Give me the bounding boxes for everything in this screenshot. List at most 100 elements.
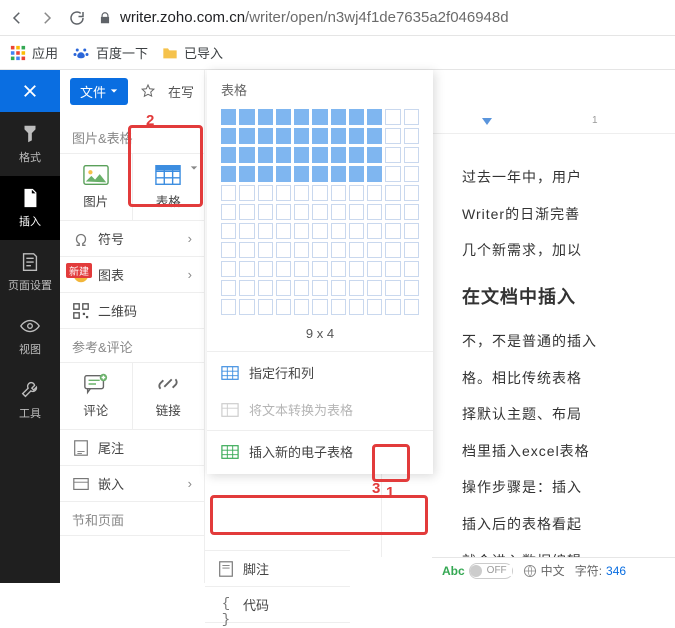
grid-cell[interactable] xyxy=(276,223,291,239)
insert-link-button[interactable]: 链接 xyxy=(133,363,205,429)
grid-cell[interactable] xyxy=(239,242,254,258)
grid-cell[interactable] xyxy=(221,166,236,182)
grid-cell[interactable] xyxy=(258,299,273,315)
popup-specify-rows-cols[interactable]: 指定行和列 xyxy=(207,354,433,391)
grid-cell[interactable] xyxy=(349,261,364,277)
language-indicator[interactable]: 中文 xyxy=(523,562,565,579)
grid-cell[interactable] xyxy=(276,280,291,296)
insert-code-button[interactable]: { } 代码 xyxy=(205,587,350,623)
grid-cell[interactable] xyxy=(258,261,273,277)
grid-cell[interactable] xyxy=(367,185,382,201)
grid-cell[interactable] xyxy=(258,147,273,163)
grid-cell[interactable] xyxy=(276,185,291,201)
grid-cell[interactable] xyxy=(239,204,254,220)
grid-cell[interactable] xyxy=(331,128,346,144)
grid-cell[interactable] xyxy=(312,261,327,277)
grid-cell[interactable] xyxy=(312,299,327,315)
grid-cell[interactable] xyxy=(367,299,382,315)
grid-cell[interactable] xyxy=(404,147,419,163)
grid-cell[interactable] xyxy=(349,223,364,239)
horizontal-ruler[interactable]: 1 xyxy=(432,112,675,134)
grid-cell[interactable] xyxy=(385,128,400,144)
grid-cell[interactable] xyxy=(385,242,400,258)
grid-cell[interactable] xyxy=(385,223,400,239)
grid-cell[interactable] xyxy=(312,204,327,220)
rail-view[interactable]: 视图 xyxy=(0,304,60,368)
grid-cell[interactable] xyxy=(312,166,327,182)
grid-cell[interactable] xyxy=(331,204,346,220)
document-content[interactable]: 过去一年中，用户 Writer的日渐完善 几个新需求，加以 在文档中插入 不，不… xyxy=(432,134,675,584)
grid-cell[interactable] xyxy=(276,166,291,182)
grid-cell[interactable] xyxy=(331,223,346,239)
grid-cell[interactable] xyxy=(367,204,382,220)
grid-cell[interactable] xyxy=(294,299,309,315)
insert-embed-button[interactable]: 嵌入 › xyxy=(60,466,204,502)
grid-cell[interactable] xyxy=(367,261,382,277)
grid-cell[interactable] xyxy=(367,223,382,239)
grid-cell[interactable] xyxy=(221,223,236,239)
grid-cell[interactable] xyxy=(239,223,254,239)
grid-cell[interactable] xyxy=(294,204,309,220)
grid-cell[interactable] xyxy=(331,109,346,125)
grid-cell[interactable] xyxy=(258,109,273,125)
grid-cell[interactable] xyxy=(404,242,419,258)
rail-format[interactable]: 格式 xyxy=(0,112,60,176)
grid-cell[interactable] xyxy=(221,185,236,201)
grid-cell[interactable] xyxy=(367,109,382,125)
grid-cell[interactable] xyxy=(404,166,419,182)
grid-cell[interactable] xyxy=(385,299,400,315)
grid-cell[interactable] xyxy=(294,185,309,201)
grid-cell[interactable] xyxy=(276,128,291,144)
grid-cell[interactable] xyxy=(385,185,400,201)
grid-cell[interactable] xyxy=(239,128,254,144)
grid-cell[interactable] xyxy=(221,204,236,220)
grid-cell[interactable] xyxy=(239,185,254,201)
grid-cell[interactable] xyxy=(294,223,309,239)
grid-cell[interactable] xyxy=(349,166,364,182)
grid-cell[interactable] xyxy=(367,147,382,163)
grid-cell[interactable] xyxy=(404,128,419,144)
grid-cell[interactable] xyxy=(239,166,254,182)
grid-cell[interactable] xyxy=(367,280,382,296)
nav-forward-icon[interactable] xyxy=(38,9,56,27)
popup-insert-spreadsheet[interactable]: 插入新的电子表格 xyxy=(207,433,433,470)
rail-tools[interactable]: 工具 xyxy=(0,368,60,432)
grid-cell[interactable] xyxy=(221,128,236,144)
char-count[interactable]: 字符: 346 xyxy=(575,562,626,579)
grid-cell[interactable] xyxy=(349,204,364,220)
grid-cell[interactable] xyxy=(385,147,400,163)
grid-cell[interactable] xyxy=(312,242,327,258)
address-bar[interactable]: writer.zoho.com.cn/writer/open/n3wj4f1de… xyxy=(98,9,667,26)
spellcheck-toggle[interactable]: Abc OFF xyxy=(442,563,513,579)
grid-cell[interactable] xyxy=(239,280,254,296)
grid-cell[interactable] xyxy=(349,128,364,144)
grid-cell[interactable] xyxy=(404,109,419,125)
rail-insert[interactable]: 插入 xyxy=(0,176,60,240)
grid-cell[interactable] xyxy=(312,147,327,163)
grid-cell[interactable] xyxy=(404,185,419,201)
grid-cell[interactable] xyxy=(221,147,236,163)
grid-cell[interactable] xyxy=(294,166,309,182)
grid-cell[interactable] xyxy=(294,261,309,277)
grid-cell[interactable] xyxy=(276,204,291,220)
star-icon[interactable] xyxy=(140,83,156,99)
grid-cell[interactable] xyxy=(276,242,291,258)
grid-cell[interactable] xyxy=(312,128,327,144)
grid-cell[interactable] xyxy=(312,109,327,125)
grid-cell[interactable] xyxy=(404,261,419,277)
grid-cell[interactable] xyxy=(331,242,346,258)
grid-cell[interactable] xyxy=(239,261,254,277)
grid-cell[interactable] xyxy=(258,242,273,258)
grid-cell[interactable] xyxy=(294,280,309,296)
grid-cell[interactable] xyxy=(367,166,382,182)
table-grid-picker[interactable] xyxy=(207,105,433,320)
insert-symbol-button[interactable]: 符号 › xyxy=(60,221,204,257)
bookmark-baidu[interactable]: 百度一下 xyxy=(72,43,148,62)
grid-cell[interactable] xyxy=(349,109,364,125)
grid-cell[interactable] xyxy=(367,128,382,144)
grid-cell[interactable] xyxy=(349,299,364,315)
grid-cell[interactable] xyxy=(258,128,273,144)
grid-cell[interactable] xyxy=(221,109,236,125)
insert-qrcode-button[interactable]: 二维码 xyxy=(60,293,204,329)
grid-cell[interactable] xyxy=(276,261,291,277)
